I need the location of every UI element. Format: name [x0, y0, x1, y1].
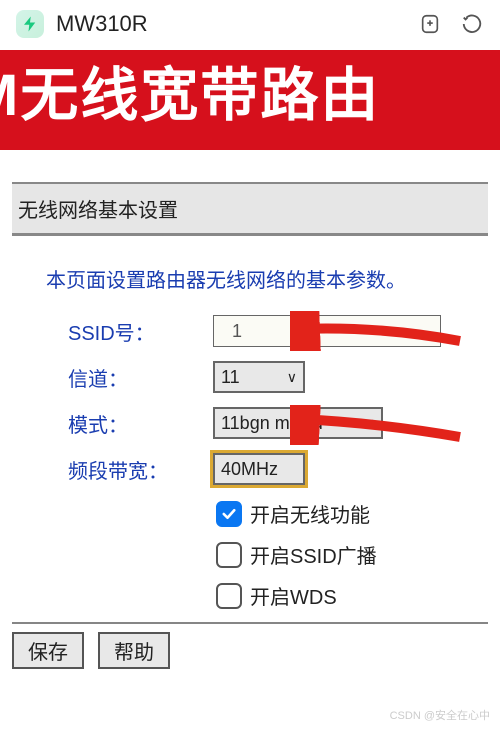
- bookmark-add-icon[interactable]: [418, 12, 442, 36]
- chevron-down-icon: ∨: [287, 369, 297, 386]
- browser-top-bar: MW310R: [0, 0, 500, 48]
- enable-wds-checkbox[interactable]: [216, 583, 242, 609]
- channel-select[interactable]: 11∨: [213, 361, 305, 393]
- enable-wifi-checkbox[interactable]: [216, 501, 242, 527]
- enable-ssid-label: 开启SSID广播: [250, 540, 377, 569]
- enable-wds-label: 开启WDS: [250, 581, 337, 610]
- watermark: CSDN @安全在心中: [390, 707, 490, 723]
- mode-select[interactable]: 11bgn mixed∨: [213, 407, 383, 439]
- section-description: 本页面设置路由器无线网络的基本参数。: [12, 254, 488, 315]
- bandwidth-label: 频段带宽：: [68, 455, 213, 484]
- help-button[interactable]: 帮助: [98, 632, 170, 669]
- mode-label: 模式：: [68, 409, 213, 438]
- page-url-title: MW310R: [56, 11, 406, 37]
- bandwidth-select[interactable]: 40MHz: [213, 453, 305, 485]
- header-banner: M无线宽带路由: [0, 50, 500, 150]
- ssid-input[interactable]: [213, 315, 441, 347]
- chevron-down-icon: ∨: [365, 415, 375, 432]
- enable-ssid-checkbox[interactable]: [216, 542, 242, 568]
- enable-wifi-label: 开启无线功能: [250, 499, 370, 528]
- ssid-label: SSID号：: [68, 317, 213, 346]
- shield-icon: [16, 10, 44, 38]
- save-button[interactable]: 保存: [12, 632, 84, 669]
- refresh-icon[interactable]: [460, 12, 484, 36]
- section-title: 无线网络基本设置: [12, 182, 488, 233]
- channel-label: 信道：: [68, 363, 213, 392]
